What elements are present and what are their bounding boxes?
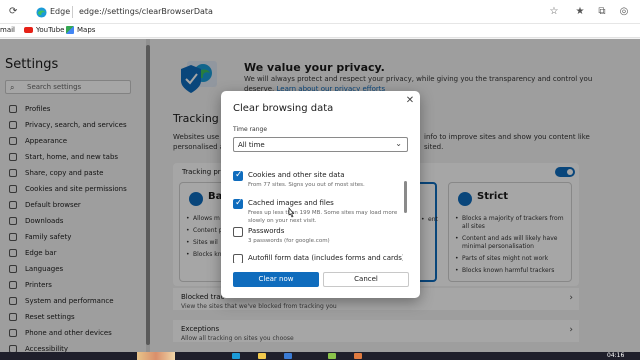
passwords-checkbox[interactable] [233, 227, 243, 237]
address-bar[interactable]: edge://settings/clearBrowserData [79, 7, 213, 16]
favorite-mail[interactable]: mail [0, 26, 15, 34]
option-description: Frees up less than 199 MB. Some sites ma… [248, 210, 398, 224]
autofill-checkbox[interactable] [233, 254, 243, 263]
option-label: Cached images and files [248, 199, 334, 207]
time-range-value: All time [238, 141, 265, 149]
data-type-list: Cookies and other site data From 77 site… [233, 171, 403, 263]
cancel-button[interactable]: Cancel [323, 272, 409, 287]
divider [72, 6, 73, 18]
app-taskbar-icon[interactable] [354, 353, 362, 359]
add-favorite-icon[interactable]: ☆ [548, 6, 560, 18]
browser-brand: Edge [50, 7, 71, 16]
dialog-title: Clear browsing data [233, 103, 334, 114]
clear-browsing-data-dialog: Clear browsing data ✕ Time range All tim… [221, 91, 420, 298]
clock: 04:16 [607, 352, 625, 359]
taskbar: 04:16 [0, 352, 640, 360]
collections-icon[interactable]: ⧉ [596, 6, 608, 18]
favorites-bar: mail YouTube Maps [0, 24, 640, 38]
profile-icon[interactable]: ◎ [618, 6, 630, 18]
close-icon[interactable]: ✕ [405, 96, 415, 106]
favorite-label: mail [0, 26, 15, 34]
refresh-icon[interactable]: ⟳ [9, 7, 19, 17]
favorite-label: Maps [77, 26, 96, 34]
app-taskbar-icon[interactable] [284, 353, 292, 359]
time-range-label: Time range [233, 126, 268, 133]
youtube-icon [24, 27, 33, 33]
option-description: From 77 sites. Signs you out of most sit… [248, 182, 365, 188]
chevron-down-icon: ⌄ [395, 139, 402, 148]
option-description: 3 passwords (for google.com) [248, 238, 330, 244]
cookies-checkbox[interactable] [233, 171, 243, 181]
maps-icon [66, 26, 74, 34]
browser-toolbar: ⟳ Edge edge://settings/clearBrowserData … [0, 0, 640, 24]
option-label: Cookies and other site data [248, 171, 345, 179]
clear-now-button[interactable]: Clear now [233, 272, 319, 287]
taskbar-widget-image[interactable] [137, 352, 175, 360]
mouse-cursor-icon [288, 207, 295, 218]
favorite-label: YouTube [36, 26, 65, 34]
explorer-taskbar-icon[interactable] [258, 353, 266, 359]
url-scheme: edge:// [79, 7, 108, 16]
option-label: Passwords [248, 227, 285, 235]
app-taskbar-icon[interactable] [328, 353, 336, 359]
cache-checkbox[interactable] [233, 198, 243, 209]
favorite-youtube[interactable]: YouTube [24, 26, 64, 34]
option-label: Autofill form data (includes forms and c… [248, 254, 403, 262]
time-range-select[interactable]: All time ⌄ [233, 137, 408, 152]
url-path: settings/clearBrowserData [107, 7, 213, 16]
favorite-maps[interactable]: Maps [66, 26, 95, 34]
edge-taskbar-icon[interactable] [232, 353, 240, 359]
favorites-icon[interactable]: ★ [574, 6, 586, 18]
dialog-scrollbar[interactable] [404, 181, 407, 213]
edge-logo-icon [36, 7, 47, 18]
